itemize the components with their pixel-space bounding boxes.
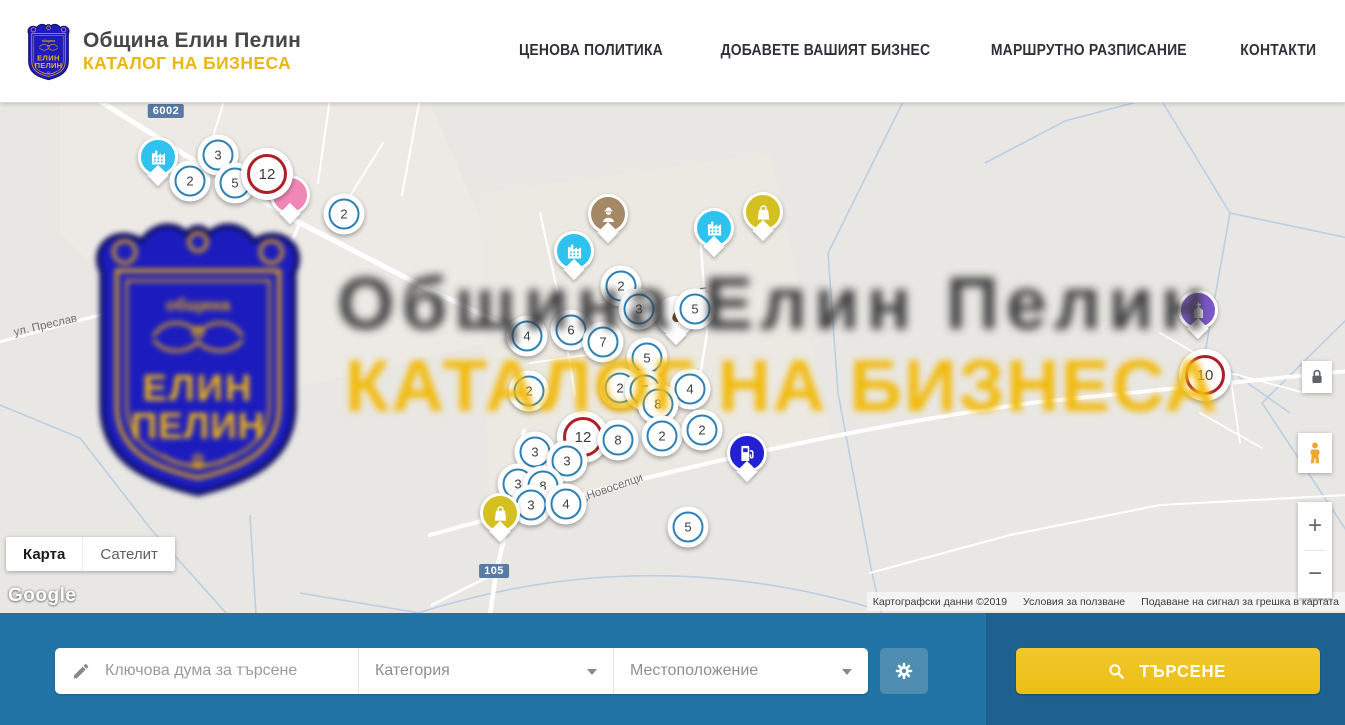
cluster-marker[interactable]: 5 [668,507,709,548]
fuel-icon [737,443,758,464]
cluster-count: 5 [673,512,704,543]
pencil-icon [71,661,91,681]
chevron-down-icon [587,669,597,675]
chevron-down-icon [842,669,852,675]
road-number-label: 6002 [148,104,184,118]
fuel-pin-marker[interactable] [727,433,767,473]
search-input-group: Категория Местоположение [55,648,868,694]
map-attribution: Картографски данни ©2019 Условия за ползв… [867,592,1345,611]
advanced-search-button[interactable] [880,648,928,694]
map-data-copyright: Картографски данни ©2019 [873,596,1007,608]
nav-item[interactable]: МАРШРУТНО РАЗПИСАНИЕ [991,42,1187,60]
map-type-map-button[interactable]: Карта [6,537,82,571]
worker-icon [598,204,619,225]
keyword-input[interactable] [103,661,344,681]
main-nav: ЦЕНОВА ПОЛИТИКА ДОБАВЕТЕ ВАШИЯТ БИЗНЕС МАР… [511,42,1320,60]
brand-subtitle: КАТАЛОГ НА БИЗНЕСА [83,53,301,73]
bag-icon [753,202,774,223]
search-button-label: ТЪРСЕНЕ [1140,661,1227,682]
cluster-marker[interactable]: 2 [324,194,365,235]
road-number-label: 105 [479,564,509,578]
watermark-subtitle: КАТАЛОГ НА БИЗНЕСА [345,350,1219,423]
lock-icon [1306,366,1328,388]
bag-pin-marker[interactable] [480,493,520,533]
map-canvas[interactable]: 6002105ул. Преславбул. „Новоселциции 235… [0,103,1345,613]
cluster-count: 2 [175,166,206,197]
map-type-satellite-button[interactable]: Сателит [82,537,175,571]
category-dropdown[interactable]: Категория [358,648,613,694]
street-view-pegman-button[interactable] [1298,433,1332,473]
zoom-control: + − [1298,502,1332,598]
header: Община Елин Пелин КАТАЛОГ НА БИЗНЕСА ЦЕН… [0,0,1345,103]
location-dropdown-value: Местоположение [630,662,758,680]
nav-item[interactable]: КОНТАКТИ [1240,42,1316,60]
cluster-count: 4 [551,489,582,520]
scroll-lock-button[interactable] [1302,361,1332,393]
zoom-in-button[interactable]: + [1298,502,1332,550]
cluster-count: 8 [603,425,634,456]
brand[interactable]: Община Елин Пелин КАТАЛОГ НА БИЗНЕСА [25,19,301,83]
pegman-icon [1302,438,1328,468]
factory-icon [564,241,585,262]
worker-pin-marker[interactable] [588,194,628,234]
nav-item[interactable]: ЦЕНОВА ПОЛИТИКА [519,42,663,60]
cluster-marker[interactable]: 12 [241,148,293,200]
search-button[interactable]: ТЪРСЕНЕ [1016,648,1320,694]
keyword-section [55,648,358,694]
cluster-count: 2 [329,199,360,230]
watermark-title: Община Елин Пелин [337,267,1212,341]
category-dropdown-value: Категория [375,662,450,680]
factory-icon [148,147,169,168]
google-logo[interactable]: Google [8,585,76,607]
map-type-control: Карта Сателит [6,537,175,571]
brand-title: Община Елин Пелин [83,29,301,53]
cluster-count: 12 [247,154,287,194]
zoom-out-button[interactable]: − [1298,551,1332,599]
cluster-marker[interactable]: 4 [546,484,587,525]
search-icon [1107,662,1126,681]
nav-item[interactable]: ДОБАВЕТЕ ВАШИЯТ БИЗНЕС [721,42,931,60]
gear-icon [893,660,915,682]
municipality-crest-logo [25,19,72,83]
watermark-crest [84,211,312,499]
attribution-link[interactable]: Условия за ползване [1023,596,1125,608]
bag-pin-marker[interactable] [743,192,783,232]
search-bar: Категория Местоположение ТЪРСЕНЕ [0,613,1345,725]
factory-pin-marker[interactable] [694,208,734,248]
bag-icon [490,503,511,524]
location-dropdown[interactable]: Местоположение [613,648,868,694]
cluster-count: 3 [516,490,547,521]
factory-icon [704,218,725,239]
